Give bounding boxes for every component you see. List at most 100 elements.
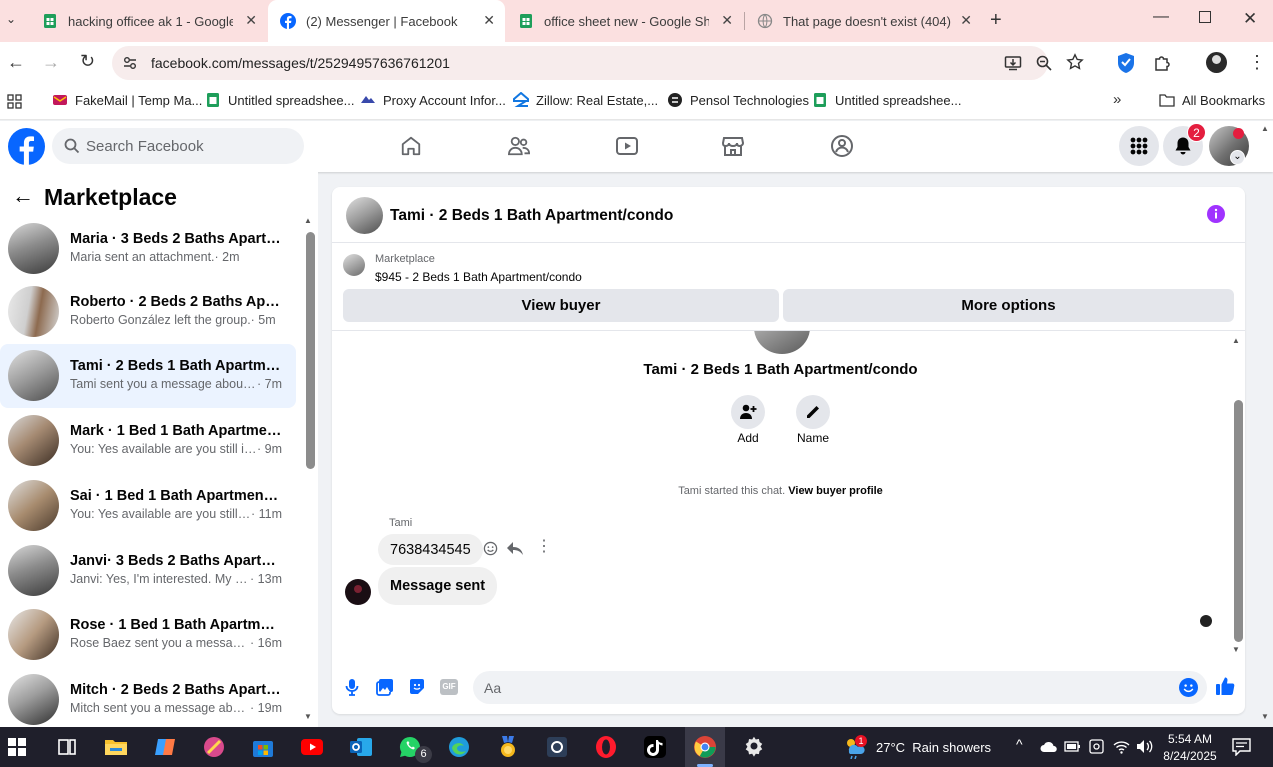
task-view-icon[interactable] — [55, 735, 79, 759]
copilot-icon[interactable] — [153, 735, 177, 759]
conversation-item[interactable]: Mark · 1 Bed 1 Bath Apartment/condo You:… — [0, 409, 296, 473]
bookmark-proxy[interactable]: Proxy Account Infor... — [360, 92, 506, 108]
weather-text[interactable]: 27°C Rain showers — [876, 740, 991, 755]
address-bar[interactable]: facebook.com/messages/t/2529495763676120… — [112, 46, 1084, 80]
settings-gear-icon[interactable] — [742, 735, 766, 759]
back-arrow-icon[interactable]: ← — [12, 185, 34, 207]
all-bookmarks[interactable]: All Bookmarks — [1159, 92, 1265, 108]
bookmark-pensol[interactable]: Pensol Technologies — [667, 92, 809, 108]
scroll-up-arrow-icon[interactable]: ▲ — [1232, 336, 1240, 345]
chat-title[interactable]: Tami · 2 Beds 1 Bath Apartment/condo — [390, 207, 673, 225]
install-app-icon[interactable] — [1004, 54, 1022, 72]
browser-tab-3[interactable]: office sheet new - Google Sheets ✕ — [506, 0, 743, 42]
friends-icon[interactable] — [507, 135, 531, 157]
microsoft-store-icon[interactable] — [251, 735, 275, 759]
reload-icon[interactable]: ↻ — [80, 51, 95, 72]
minimize-icon[interactable]: — — [1153, 8, 1169, 26]
conversation-item[interactable]: Mitch · 2 Beds 2 Baths Apartment/condo M… — [0, 668, 296, 732]
forward-arrow-icon[interactable]: → — [42, 52, 60, 73]
conversation-item[interactable]: Sai · 1 Bed 1 Bath Apartment/condo You: … — [0, 474, 296, 538]
edge-icon[interactable] — [447, 735, 471, 759]
microphone-icon[interactable] — [344, 678, 360, 696]
tab-search-chevron-icon[interactable]: ⌄ — [6, 12, 16, 26]
watch-video-icon[interactable] — [615, 135, 639, 157]
menu-button[interactable] — [1119, 126, 1159, 166]
gif-icon[interactable]: GIF — [440, 679, 458, 695]
conversation-item[interactable]: Rose · 1 Bed 1 Bath Apartment/condo Rose… — [0, 603, 296, 667]
back-arrow-icon[interactable]: ← — [7, 52, 25, 73]
view-buyer-profile-link[interactable]: View buyer profile — [788, 485, 883, 497]
message-bubble[interactable]: Message sent — [378, 567, 498, 605]
extensions-puzzle-icon[interactable] — [1153, 53, 1172, 72]
listing-info[interactable]: $945 - 2 Beds 1 Bath Apartment/condo — [375, 270, 582, 284]
chat-avatar[interactable] — [346, 197, 383, 234]
info-icon[interactable] — [1207, 205, 1225, 223]
brush-app-icon[interactable] — [202, 735, 226, 759]
bookmark-zillow[interactable]: Zillow: Real Estate,... — [513, 92, 658, 108]
wifi-icon[interactable] — [1113, 739, 1130, 754]
chat-scrollbar-thumb[interactable] — [1234, 400, 1243, 642]
message-bubble[interactable]: 7638434545 — [378, 534, 483, 565]
volume-icon[interactable] — [1136, 739, 1153, 754]
account-chevron-icon[interactable]: ⌄ — [1230, 150, 1245, 165]
kebab-menu-icon[interactable]: ⋮ — [1248, 52, 1266, 72]
bookmark-fakemail[interactable]: FakeMail | Temp Ma... — [52, 92, 202, 108]
bookmark-spreadsheet-2[interactable]: Untitled spreadshee... — [812, 92, 961, 108]
tray-chevron-icon[interactable]: ^ — [1016, 736, 1023, 752]
react-emoji-icon[interactable] — [483, 541, 498, 556]
dark-app-icon[interactable] — [545, 735, 569, 759]
browser-tab-2[interactable]: (2) Messenger | Facebook ✕ — [268, 0, 505, 42]
sticker-icon[interactable] — [408, 678, 426, 696]
profile-avatar[interactable] — [1206, 52, 1227, 73]
onedrive-cloud-icon[interactable] — [1040, 740, 1058, 753]
scroll-down-arrow-icon[interactable]: ▼ — [1232, 645, 1240, 654]
site-settings-icon[interactable] — [122, 55, 138, 71]
scroll-down-arrow-icon[interactable]: ▼ — [304, 712, 312, 721]
clock-time[interactable]: 5:54 AM — [1160, 732, 1220, 746]
reply-icon[interactable] — [507, 541, 523, 556]
outlook-icon[interactable] — [349, 735, 373, 759]
close-tab-icon[interactable]: ✕ — [721, 12, 733, 29]
marketplace-store-icon[interactable] — [722, 134, 744, 158]
shield-extension-icon[interactable] — [1116, 52, 1136, 74]
bookmark-spreadsheet-1[interactable]: Untitled spreadshee... — [205, 92, 354, 108]
close-tab-icon[interactable]: ✕ — [960, 12, 972, 29]
apps-grid-icon[interactable] — [7, 94, 22, 109]
rewards-medal-icon[interactable] — [496, 735, 520, 759]
vpn-icon[interactable] — [1089, 739, 1104, 754]
page-scroll-up-icon[interactable]: ▲ — [1261, 124, 1269, 133]
scroll-up-arrow-icon[interactable]: ▲ — [304, 216, 312, 225]
more-options-button[interactable]: More options — [783, 289, 1234, 322]
name-button[interactable] — [796, 395, 830, 429]
file-explorer-icon[interactable] — [104, 735, 128, 759]
browser-tab-4[interactable]: That page doesn't exist (404) - Facebook… — [745, 0, 982, 42]
facebook-logo-icon[interactable] — [8, 128, 45, 165]
new-tab-icon[interactable]: + — [990, 9, 1002, 32]
windows-start-icon[interactable] — [8, 738, 26, 756]
conversation-item[interactable]: Janvi· 3 Beds 2 Baths Apartment/condo Ja… — [0, 539, 296, 603]
message-input[interactable]: Aa — [473, 671, 1207, 704]
groups-icon[interactable] — [830, 134, 854, 158]
more-actions-icon[interactable]: ⋮ — [536, 536, 552, 556]
conversation-item[interactable]: Roberto · 2 Beds 2 Baths Apartment/condo… — [0, 280, 296, 344]
close-window-icon[interactable]: ✕ — [1243, 9, 1257, 29]
home-icon[interactable] — [400, 135, 422, 157]
close-tab-icon[interactable]: ✕ — [483, 12, 495, 29]
browser-tab-1[interactable]: hacking officee ak 1 - Google Sheets ✕ — [30, 0, 267, 42]
conversation-item-selected[interactable]: Tami · 2 Beds 1 Bath Apartment/condo Tam… — [0, 344, 296, 408]
photo-icon[interactable] — [376, 678, 394, 696]
thumbs-up-icon[interactable] — [1215, 676, 1235, 696]
tiktok-icon[interactable] — [643, 735, 667, 759]
add-button[interactable] — [731, 395, 765, 429]
youtube-icon[interactable] — [300, 735, 324, 759]
zoom-icon[interactable] — [1035, 54, 1053, 72]
facebook-search[interactable]: Search Facebook — [52, 128, 304, 164]
more-bookmarks-icon[interactable]: » — [1113, 91, 1121, 108]
opera-icon[interactable] — [594, 735, 618, 759]
conversation-item[interactable]: Maria · 3 Beds 2 Baths Apartment/condo M… — [0, 217, 296, 281]
clock-date[interactable]: 8/24/2025 — [1160, 749, 1220, 763]
bookmark-star-icon[interactable] — [1066, 53, 1084, 71]
battery-icon[interactable] — [1064, 739, 1081, 754]
sidebar-scrollbar-thumb[interactable] — [306, 232, 315, 469]
page-scroll-down-icon[interactable]: ▼ — [1261, 712, 1269, 721]
